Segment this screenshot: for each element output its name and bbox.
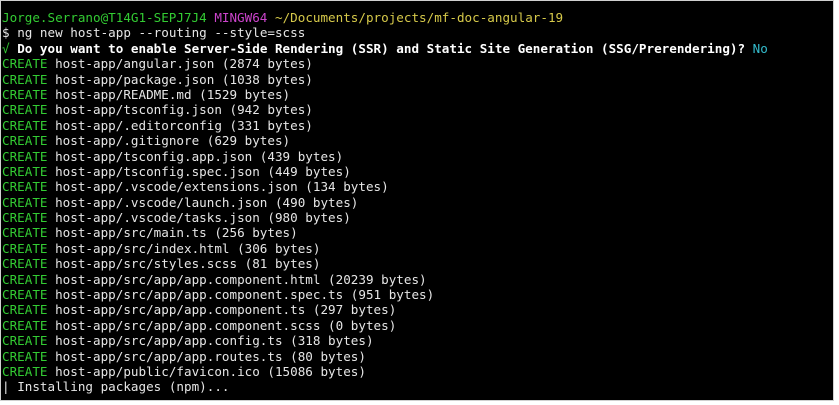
created-file-line: CREATE host-app/angular.json (2874 bytes… — [0, 56, 834, 71]
created-file-path: host-app/src/index.html (306 bytes) — [55, 240, 321, 256]
create-label: CREATE — [2, 102, 48, 118]
create-label: CREATE — [2, 287, 48, 303]
created-file-line: CREATE host-app/src/app/app.component.ht… — [0, 272, 834, 287]
create-label: CREATE — [2, 163, 48, 179]
question-answer: No — [752, 40, 768, 56]
created-file-line: CREATE host-app/src/app/app.config.ts (3… — [0, 333, 834, 348]
question-line: √ Do you want to enable Server-Side Rend… — [0, 41, 834, 56]
created-file-path: host-app/src/app/app.component.scss (0 b… — [55, 317, 397, 333]
created-file-path: host-app/.editorconfig (331 bytes) — [55, 117, 313, 133]
created-file-line: CREATE host-app/.vscode/extensions.json … — [0, 179, 834, 194]
created-file-line: CREATE host-app/public/favicon.ico (1508… — [0, 364, 834, 379]
created-file-line: CREATE host-app/package.json (1038 bytes… — [0, 72, 834, 87]
created-file-path: host-app/.gitignore (629 bytes) — [55, 133, 291, 149]
created-file-path: host-app/src/app/app.config.ts (318 byte… — [55, 333, 374, 349]
create-label: CREATE — [2, 348, 48, 364]
created-file-path: host-app/.vscode/extensions.json (134 by… — [55, 179, 389, 195]
created-file-path: host-app/.vscode/launch.json (490 bytes) — [55, 194, 359, 210]
create-label: CREATE — [2, 56, 48, 72]
create-label: CREATE — [2, 133, 48, 149]
create-label: CREATE — [2, 148, 48, 164]
created-file-path: host-app/src/styles.scss (81 bytes) — [55, 256, 321, 272]
created-file-line: CREATE host-app/tsconfig.app.json (439 b… — [0, 149, 834, 164]
created-file-line: CREATE host-app/.vscode/launch.json (490… — [0, 195, 834, 210]
created-file-path: host-app/package.json (1038 bytes) — [55, 71, 313, 87]
created-file-path: host-app/public/favicon.ico (15086 bytes… — [55, 363, 366, 379]
create-label: CREATE — [2, 363, 48, 379]
prompt-symbol: $ — [2, 25, 10, 41]
created-file-line: CREATE host-app/src/app/app.component.ts… — [0, 302, 834, 317]
created-file-line: CREATE host-app/src/index.html (306 byte… — [0, 241, 834, 256]
status-text: Installing packages (npm)... — [17, 379, 230, 395]
prompt-path: ~/Documents/projects/mf-doc-angular-19 — [274, 10, 564, 25]
created-file-path: host-app/src/app/app.component.ts (297 b… — [55, 302, 397, 318]
created-file-path: host-app/tsconfig.json (942 bytes) — [55, 102, 313, 118]
create-label: CREATE — [2, 333, 48, 349]
created-file-line: CREATE host-app/.gitignore (629 bytes) — [0, 133, 834, 148]
created-file-line: CREATE host-app/tsconfig.json (942 bytes… — [0, 102, 834, 117]
created-file-line: CREATE host-app/README.md (1529 bytes) — [0, 87, 834, 102]
created-file-path: host-app/tsconfig.app.json (439 bytes) — [55, 148, 344, 164]
create-label: CREATE — [2, 271, 48, 287]
create-label: CREATE — [2, 86, 48, 102]
created-file-line: CREATE host-app/src/main.ts (256 bytes) — [0, 225, 834, 240]
created-file-path: host-app/tsconfig.spec.json (449 bytes) — [55, 163, 351, 179]
created-file-path: host-app/src/app/app.component.html (202… — [55, 271, 427, 287]
create-label: CREATE — [2, 317, 48, 333]
create-label: CREATE — [2, 302, 48, 318]
created-file-line: CREATE host-app/tsconfig.spec.json (449 … — [0, 164, 834, 179]
created-file-path: host-app/.vscode/tasks.json (980 bytes) — [55, 210, 351, 226]
command-text: ng new host-app --routing --style=scss — [17, 25, 306, 41]
check-icon: √ — [2, 40, 10, 56]
created-file-path: host-app/src/app/app.routes.ts (80 bytes… — [55, 348, 366, 364]
created-file-line: CREATE host-app/src/app/app.component.sc… — [0, 318, 834, 333]
prompt-line: Jorge.Serrano@T14G1-SEPJ7J4 MINGW64 ~/Do… — [0, 10, 834, 25]
create-label: CREATE — [2, 194, 48, 210]
prompt-user-host: Jorge.Serrano@T14G1-SEPJ7J4 — [2, 10, 207, 25]
prompt-shell: MINGW64 — [214, 10, 268, 25]
created-file-line: CREATE host-app/src/app/app.component.sp… — [0, 287, 834, 302]
spinner-icon: | — [2, 379, 10, 395]
created-file-path: host-app/angular.json (2874 bytes) — [55, 56, 313, 72]
created-file-line: CREATE host-app/src/app/app.routes.ts (8… — [0, 349, 834, 364]
create-label: CREATE — [2, 240, 48, 256]
created-file-line: CREATE host-app/.vscode/tasks.json (980 … — [0, 210, 834, 225]
created-files-list: CREATE host-app/angular.json (2874 bytes… — [0, 56, 834, 379]
command-line: $ ng new host-app --routing --style=scss — [0, 25, 834, 40]
created-file-path: host-app/src/app/app.component.spec.ts (… — [55, 287, 435, 303]
created-file-line: CREATE host-app/src/styles.scss (81 byte… — [0, 256, 834, 271]
create-label: CREATE — [2, 117, 48, 133]
terminal-window[interactable]: Jorge.Serrano@T14G1-SEPJ7J4 MINGW64 ~/Do… — [0, 0, 834, 401]
created-file-line: CREATE host-app/.editorconfig (331 bytes… — [0, 118, 834, 133]
create-label: CREATE — [2, 225, 48, 241]
created-file-path: host-app/README.md (1529 bytes) — [55, 86, 291, 102]
status-line: | Installing packages (npm)... — [0, 379, 834, 394]
create-label: CREATE — [2, 71, 48, 87]
create-label: CREATE — [2, 210, 48, 226]
created-file-path: host-app/src/main.ts (256 bytes) — [55, 225, 298, 241]
question-text: Do you want to enable Server-Side Render… — [17, 40, 746, 56]
create-label: CREATE — [2, 179, 48, 195]
create-label: CREATE — [2, 256, 48, 272]
